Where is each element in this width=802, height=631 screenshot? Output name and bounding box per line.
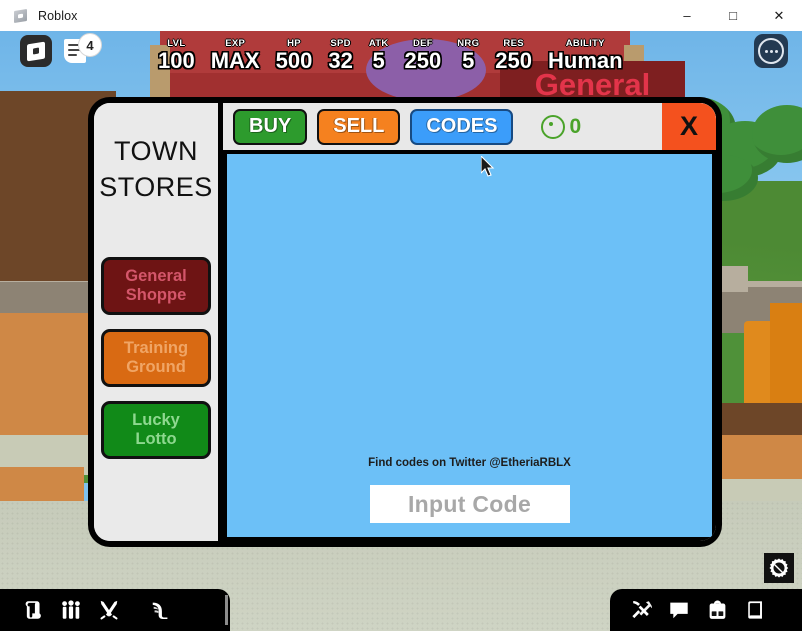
stat-value: 32 xyxy=(328,48,353,73)
coin-icon xyxy=(541,114,566,139)
player-stats-bar: LVL 100 EXP MAX HP 500 SPD 32 ATK 5 DEF … xyxy=(150,31,631,73)
tab-sell[interactable]: SELL xyxy=(317,108,401,145)
stores-title: TOWN STORES xyxy=(99,133,213,205)
stat-value: 500 xyxy=(275,48,313,73)
store-button-line1: Training xyxy=(123,339,189,357)
mouse-cursor xyxy=(481,156,495,177)
bottom-right-hud xyxy=(610,589,802,631)
store-button-line1: Lucky xyxy=(132,411,180,429)
game-viewport[interactable]: General 4 LVL 100 EXP MAX HP 500 SPD 32 … xyxy=(0,31,802,631)
window-title-bar: Roblox – □ ✕ xyxy=(0,0,802,32)
roblox-game-window: Roblox – □ ✕ General 4 LVL 100 EXP MAX H… xyxy=(0,0,802,631)
minimize-button[interactable]: – xyxy=(664,0,710,31)
currency-amount: 0 xyxy=(569,114,582,138)
stat-spd: SPD 32 xyxy=(320,38,360,73)
close-button[interactable]: ✕ xyxy=(756,0,802,31)
roblox-top-hud: 4 LVL 100 EXP MAX HP 500 SPD 32 ATK 5 DE… xyxy=(0,31,802,73)
crossed-swords-icon[interactable] xyxy=(98,598,120,622)
store-button-training-ground[interactable]: Training Ground xyxy=(101,329,211,387)
quest-scroll-icon[interactable] xyxy=(22,598,44,622)
chat-icon[interactable]: 4 xyxy=(62,33,102,67)
stores-title-line2: STORES xyxy=(99,172,213,202)
stat-exp: EXP MAX xyxy=(203,38,268,73)
stat-lvl: LVL 100 xyxy=(150,38,203,73)
store-button-general-shoppe[interactable]: General Shoppe xyxy=(101,257,211,315)
stat-def: DEF 250 xyxy=(397,38,450,73)
stores-title-line1: TOWN xyxy=(114,136,198,166)
store-button-line1: General xyxy=(125,267,187,285)
stat-value: 250 xyxy=(404,48,442,73)
roblox-logo-icon xyxy=(13,8,29,24)
party-group-icon[interactable] xyxy=(60,598,82,622)
store-button-line2: Shoppe xyxy=(125,286,187,304)
currency-display: 0 xyxy=(541,114,582,139)
hud-bar-edge xyxy=(225,595,228,625)
stat-value: 250 xyxy=(495,48,532,73)
stat-value: 5 xyxy=(462,48,475,73)
shop-content-panel: Find codes on Twitter @EtheriaRBLX Input… xyxy=(223,150,716,541)
store-button-lucky-lotto[interactable]: Lucky Lotto xyxy=(101,401,211,459)
chat-unread-badge: 4 xyxy=(78,33,102,57)
stat-ability: ABILITY Human xyxy=(540,38,631,73)
winged-boot-icon[interactable] xyxy=(150,598,172,622)
stat-value: Human xyxy=(548,48,623,73)
tab-codes[interactable]: CODES xyxy=(410,108,514,145)
store-button-line2: Ground xyxy=(126,358,186,376)
roblox-home-icon[interactable] xyxy=(20,35,52,67)
tab-buy[interactable]: BUY xyxy=(233,108,308,145)
chat-bubble-icon[interactable] xyxy=(668,598,690,622)
stat-atk: ATK 5 xyxy=(361,38,397,73)
stat-hp: HP 500 xyxy=(268,38,321,73)
backpack-icon[interactable] xyxy=(706,598,728,622)
stat-value: 100 xyxy=(158,48,195,73)
book-icon[interactable] xyxy=(744,598,766,622)
close-dialog-button[interactable]: X xyxy=(662,103,716,150)
codes-hint-text: Find codes on Twitter @EtheriaRBLX xyxy=(368,457,571,469)
store-button-line2: Lotto xyxy=(135,430,177,448)
codes-panel: Find codes on Twitter @EtheriaRBLX Input… xyxy=(227,154,712,537)
stat-res: RES 250 xyxy=(487,38,540,73)
stores-sidebar: TOWN STORES General Shoppe Training Grou… xyxy=(94,103,218,541)
compass-disabled-icon[interactable] xyxy=(764,553,794,583)
code-input-placeholder: Input Code xyxy=(407,490,532,517)
bottom-left-hud xyxy=(0,589,230,631)
shop-tab-bar: BUY SELL CODES 0 X xyxy=(223,103,716,150)
code-input-field[interactable]: Input Code xyxy=(369,485,570,523)
town-stores-dialog: TOWN STORES General Shoppe Training Grou… xyxy=(88,97,722,547)
stat-value: MAX xyxy=(210,48,260,73)
window-controls: – □ ✕ xyxy=(664,0,802,31)
more-options-icon[interactable] xyxy=(754,34,788,68)
crossed-tools-icon[interactable] xyxy=(630,598,652,622)
stat-nrg: NRG 5 xyxy=(449,38,487,73)
maximize-button[interactable]: □ xyxy=(710,0,756,31)
window-title: Roblox xyxy=(38,8,78,23)
stat-value: 5 xyxy=(372,48,385,73)
